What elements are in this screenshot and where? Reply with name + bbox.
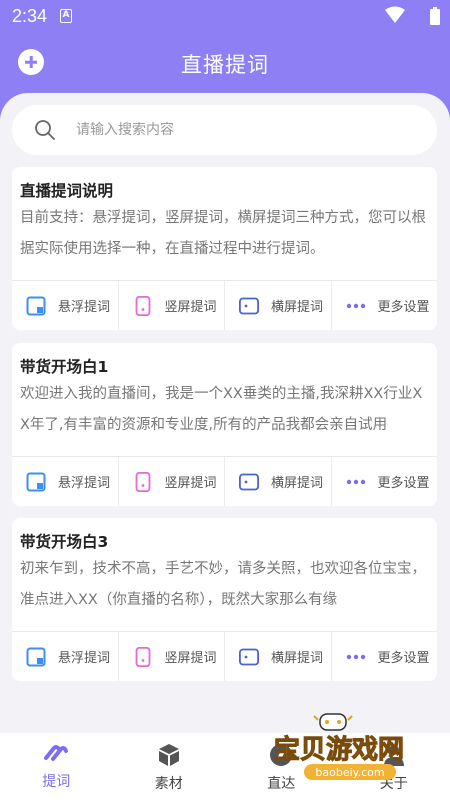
- bottom-nav: 提词 素材 直达 关于: [0, 733, 450, 800]
- nav-label: 素材: [154, 776, 183, 792]
- float-window-icon: [26, 647, 46, 666]
- float-prompt-label: 悬浮提词: [58, 651, 111, 666]
- landscape-prompt-button[interactable]: 横屏提词: [225, 457, 332, 506]
- portrait-prompt-label: 竖屏提词: [164, 651, 217, 666]
- float-prompt-button[interactable]: 悬浮提词: [12, 281, 119, 330]
- landscape-prompt-label: 横屏提词: [271, 300, 324, 315]
- landscape-prompt-label: 横屏提词: [271, 476, 324, 491]
- status-bar: 2:34 A: [0, 0, 450, 32]
- card-title: 直播提词说明: [20, 182, 114, 200]
- more-settings-label: 更多设置: [377, 651, 430, 666]
- card-actions: 悬浮提词 竖屏提词 横屏提词 更多设置: [12, 456, 437, 506]
- portrait-prompt-button[interactable]: 竖屏提词: [119, 457, 225, 506]
- app-bar: 直播提词: [0, 40, 450, 84]
- landscape-prompt-label: 横屏提词: [271, 651, 324, 666]
- nav-item-prompt[interactable]: 提词: [0, 733, 113, 800]
- portrait-phone-icon: [135, 646, 150, 667]
- main-content: 直播提词说明 目前支持：悬浮提词，竖屏提词，横屏提词三种方式，您可以根据实际使用…: [0, 93, 450, 733]
- more-dots-icon: [346, 654, 365, 659]
- portrait-prompt-button[interactable]: 竖屏提词: [119, 281, 225, 330]
- more-dots-icon: [346, 303, 365, 308]
- landscape-phone-icon: [239, 648, 259, 665]
- search-bar[interactable]: [12, 105, 437, 155]
- card-body: 目前支持：悬浮提词，竖屏提词，横屏提词三种方式，您可以根据实际使用选择一种，在直…: [20, 210, 426, 257]
- compass-icon: [270, 744, 293, 766]
- prompt-card[interactable]: 直播提词说明 目前支持：悬浮提词，竖屏提词，横屏提词三种方式，您可以根据实际使用…: [12, 167, 437, 330]
- card-title: 带货开场白1: [20, 358, 109, 376]
- float-prompt-label: 悬浮提词: [58, 476, 111, 491]
- card-body: 欢迎进入我的直播间，我是一个XX垂类的主播,我深耕XX行业XX年了,有丰富的资源…: [20, 386, 423, 433]
- portrait-prompt-label: 竖屏提词: [164, 476, 217, 491]
- search-icon: [35, 120, 55, 140]
- nav-item-about[interactable]: 关于: [338, 733, 450, 800]
- nav-item-direct[interactable]: 直达: [225, 733, 338, 800]
- more-settings-label: 更多设置: [377, 300, 430, 315]
- float-window-icon: [26, 472, 46, 491]
- prompt-card[interactable]: 带货开场白1 欢迎进入我的直播间，我是一个XX垂类的主播,我深耕XX行业XX年了…: [12, 343, 437, 506]
- notification-a-icon: A: [60, 9, 72, 23]
- more-settings-button[interactable]: 更多设置: [332, 457, 438, 506]
- landscape-phone-icon: [239, 473, 259, 490]
- landscape-prompt-button[interactable]: 横屏提词: [225, 281, 332, 330]
- card-actions: 悬浮提词 竖屏提词 横屏提词 更多设置: [12, 631, 437, 681]
- more-settings-button[interactable]: 更多设置: [332, 632, 438, 681]
- page-title: 直播提词: [181, 53, 269, 77]
- landscape-phone-icon: [239, 297, 259, 314]
- portrait-prompt-label: 竖屏提词: [164, 300, 217, 315]
- more-dots-icon: [346, 479, 365, 484]
- nav-label: 直达: [267, 776, 296, 792]
- card-title: 带货开场白3: [20, 533, 109, 551]
- nav-label: 关于: [379, 776, 408, 792]
- prompt-icon: [44, 745, 69, 761]
- landscape-prompt-button[interactable]: 横屏提词: [225, 632, 332, 681]
- search-input[interactable]: [76, 117, 416, 143]
- portrait-phone-icon: [135, 295, 150, 316]
- cube-icon: [158, 744, 179, 766]
- nav-item-material[interactable]: 素材: [113, 733, 226, 800]
- more-settings-button[interactable]: 更多设置: [332, 281, 438, 330]
- float-prompt-button[interactable]: 悬浮提词: [12, 457, 119, 506]
- card-body: 初来乍到，技术不高，手艺不妙，请多关照，也欢迎各位宝宝，准点进入XX（你直播的名…: [20, 561, 426, 608]
- more-settings-label: 更多设置: [377, 476, 430, 491]
- card-actions: 悬浮提词 竖屏提词 横屏提词 更多设置: [12, 280, 437, 330]
- battery-icon: [430, 7, 440, 25]
- float-prompt-button[interactable]: 悬浮提词: [12, 632, 119, 681]
- float-prompt-label: 悬浮提词: [58, 300, 111, 315]
- portrait-phone-icon: [135, 471, 150, 492]
- status-time: 2:34: [12, 6, 48, 26]
- float-window-icon: [26, 296, 46, 315]
- nav-label: 提词: [42, 774, 71, 790]
- wifi-icon: [385, 6, 405, 23]
- prompt-card[interactable]: 带货开场白3 初来乍到，技术不高，手艺不妙，请多关照，也欢迎各位宝宝，准点进入X…: [12, 518, 437, 681]
- person-icon: [383, 745, 404, 766]
- portrait-prompt-button[interactable]: 竖屏提词: [119, 632, 225, 681]
